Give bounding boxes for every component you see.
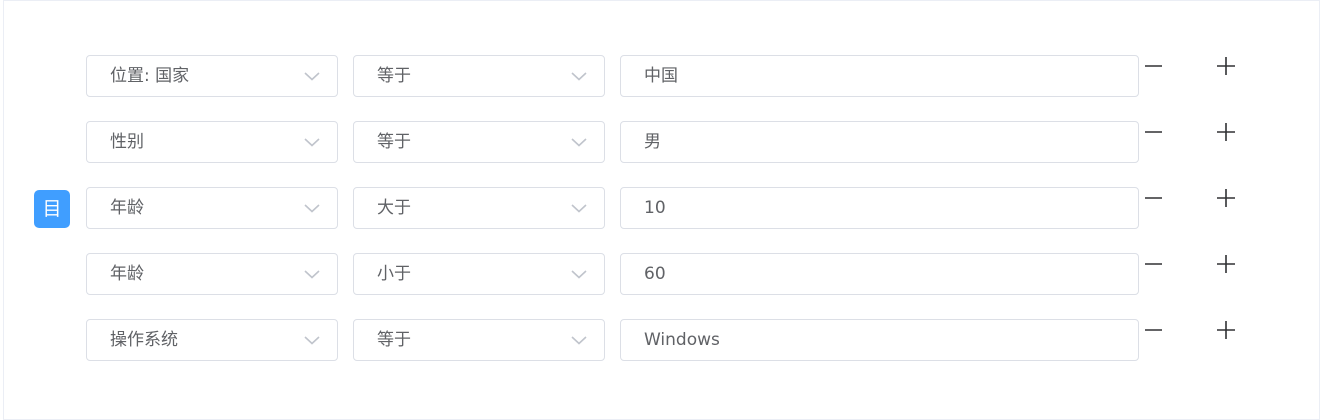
chevron-down-icon (304, 138, 320, 147)
operator-select-value: 大于 (377, 198, 411, 218)
condition-row: 操作系统 等于 Windows (0, 319, 1328, 361)
add-condition-plus-icon[interactable] (1213, 53, 1239, 79)
operator-select-value: 等于 (377, 330, 411, 350)
field-select-value: 位置: 国家 (110, 66, 190, 86)
field-select-value: 年龄 (110, 264, 144, 284)
value-input-text: Windows (644, 330, 720, 350)
chevron-down-icon (304, 72, 320, 81)
operator-select[interactable]: 等于 (353, 319, 605, 361)
add-condition-plus-icon[interactable] (1213, 251, 1239, 277)
field-select-value: 操作系统 (110, 330, 178, 350)
condition-row: 年龄 大于 10 (0, 187, 1328, 229)
condition-row: 位置: 国家 等于 中国 (0, 55, 1328, 97)
field-select[interactable]: 位置: 国家 (86, 55, 338, 97)
operator-select[interactable]: 大于 (353, 187, 605, 229)
condition-row: 年龄 小于 60 (0, 253, 1328, 295)
operator-select-value: 等于 (377, 132, 411, 152)
condition-row: 性别 等于 男 (0, 121, 1328, 163)
operator-select-value: 小于 (377, 264, 411, 284)
operator-select-value: 等于 (377, 66, 411, 86)
value-input-text: 男 (644, 132, 661, 152)
add-condition-plus-icon[interactable] (1213, 185, 1239, 211)
field-select-value: 年龄 (110, 198, 144, 218)
operator-select[interactable]: 等于 (353, 121, 605, 163)
field-select[interactable]: 性别 (86, 121, 338, 163)
add-condition-plus-icon[interactable] (1213, 317, 1239, 343)
operator-select[interactable]: 小于 (353, 253, 605, 295)
value-input[interactable]: Windows (620, 319, 1139, 361)
value-input[interactable]: 中国 (620, 55, 1139, 97)
chevron-down-icon (304, 204, 320, 213)
chevron-down-icon (571, 270, 587, 279)
chevron-down-icon (571, 336, 587, 345)
add-condition-plus-icon[interactable] (1213, 119, 1239, 145)
remove-condition-minus-icon[interactable] (1141, 119, 1167, 145)
operator-select[interactable]: 等于 (353, 55, 605, 97)
remove-condition-minus-icon[interactable] (1141, 185, 1167, 211)
chevron-down-icon (571, 204, 587, 213)
value-input-text: 60 (644, 264, 666, 284)
field-select[interactable]: 年龄 (86, 253, 338, 295)
remove-condition-minus-icon[interactable] (1141, 251, 1167, 277)
value-input-text: 10 (644, 198, 666, 218)
chevron-down-icon (304, 336, 320, 345)
remove-condition-minus-icon[interactable] (1141, 317, 1167, 343)
value-input[interactable]: 10 (620, 187, 1139, 229)
field-select-value: 性别 (110, 132, 144, 152)
remove-condition-minus-icon[interactable] (1141, 53, 1167, 79)
chevron-down-icon (571, 72, 587, 81)
field-select[interactable]: 操作系统 (86, 319, 338, 361)
chevron-down-icon (304, 270, 320, 279)
value-input-text: 中国 (644, 66, 678, 86)
field-select[interactable]: 年龄 (86, 187, 338, 229)
value-input[interactable]: 60 (620, 253, 1139, 295)
value-input[interactable]: 男 (620, 121, 1139, 163)
chevron-down-icon (571, 138, 587, 147)
